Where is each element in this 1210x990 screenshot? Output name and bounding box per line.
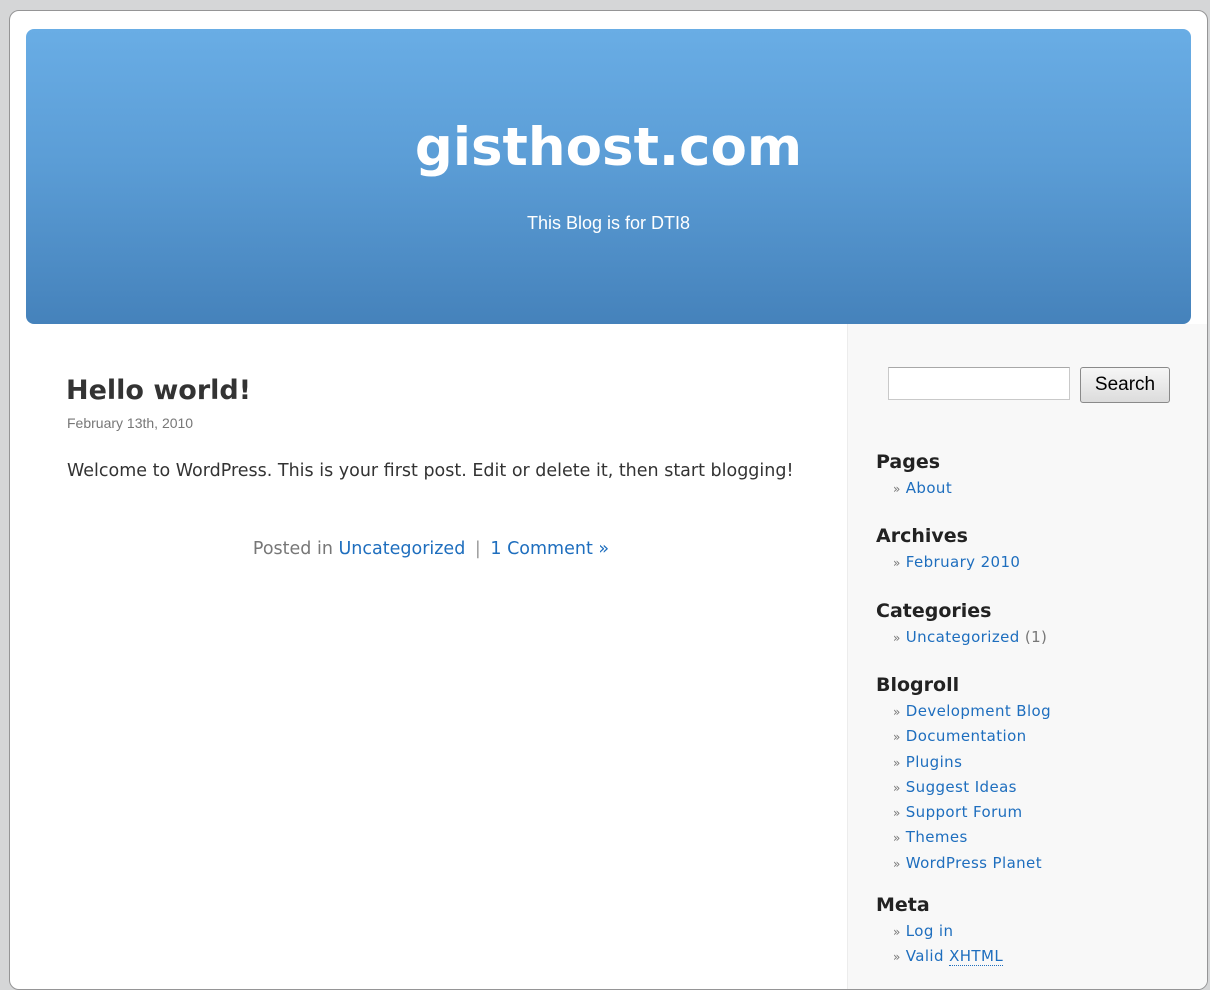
category-count: (1) [1024, 628, 1048, 646]
posted-in-label: Posted in [252, 539, 333, 559]
blogroll-link-support-forum[interactable]: Support Forum [906, 803, 1023, 821]
post-meta: Posted in Uncategorized | 1 Comment » [67, 539, 795, 559]
bullet-icon: » [893, 950, 901, 965]
page-container: gisthost.com This Blog is for DTI8 Hello… [9, 10, 1208, 990]
widget-meta: Meta » Log in » Valid XHTML [876, 893, 1004, 970]
blogroll-link-development-blog[interactable]: Development Blog [906, 702, 1051, 720]
bullet-icon: » [893, 925, 901, 939]
xhtml-abbr: XHTML [949, 947, 1004, 967]
bullet-icon: » [893, 856, 901, 871]
widget-pages: Pages » About [876, 450, 952, 501]
meta-link-valid-xhtml[interactable]: Valid XHTML [905, 947, 1004, 967]
widget-heading-meta: Meta [876, 894, 930, 916]
meta-separator: | [474, 539, 481, 559]
bullet-icon: » [893, 831, 901, 846]
bullet-icon: » [893, 780, 901, 795]
blogroll-link-plugins[interactable]: Plugins [906, 753, 963, 771]
meta-list: » Log in » Valid XHTML [876, 919, 1004, 970]
widget-blogroll: Blogroll » Development Blog » Documentatio… [876, 673, 1051, 876]
site-title-link[interactable]: gisthost.com [26, 121, 1191, 174]
post-title-link[interactable]: Hello world! [66, 375, 251, 406]
widget-archives: Archives » February 2010 [876, 524, 1020, 575]
post-date: February 13th, 2010 [67, 415, 194, 431]
widget-heading-categories: Categories [876, 600, 992, 622]
category-link[interactable]: Uncategorized [339, 539, 466, 559]
pages-list: » About [876, 476, 952, 501]
category-link-uncategorized[interactable]: Uncategorized [906, 628, 1020, 646]
list-item: » Plugins [893, 750, 1051, 775]
list-item: » WordPress Planet [893, 851, 1051, 876]
list-item: » Suggest Ideas [893, 775, 1051, 800]
archives-list: » February 2010 [876, 550, 1020, 575]
bullet-icon: » [893, 730, 901, 745]
comments-link[interactable]: 1 Comment » [490, 539, 609, 559]
search-input[interactable] [888, 367, 1070, 400]
blogroll-link-themes[interactable]: Themes [906, 828, 968, 846]
search-button[interactable]: Search [1080, 367, 1170, 403]
meta-link-log-in[interactable]: Log in [906, 922, 954, 940]
widget-heading-blogroll: Blogroll [876, 674, 960, 696]
bullet-icon: » [893, 806, 901, 821]
categories-list: » Uncategorized (1) [876, 625, 1047, 650]
bullet-icon: » [893, 755, 901, 770]
widget-categories: Categories » Uncategorized (1) [876, 599, 1047, 650]
list-item: » Documentation [893, 724, 1051, 749]
blogroll-link-suggest-ideas[interactable]: Suggest Ideas [906, 778, 1017, 796]
widget-heading-pages: Pages [876, 451, 941, 473]
widget-heading-archives: Archives [876, 525, 968, 547]
list-item: » Log in [893, 919, 1003, 944]
bullet-icon: » [893, 482, 901, 496]
list-item: » Themes [893, 825, 1051, 850]
list-item: » Development Blog [893, 699, 1051, 724]
list-item: » February 2010 [893, 550, 1020, 575]
list-item: » Valid XHTML [893, 944, 1004, 969]
list-item: » Support Forum [893, 800, 1051, 825]
list-item: » About [893, 476, 952, 501]
blogroll-list: » Development Blog » Documentation » Plugin… [876, 699, 1051, 876]
list-item: » Uncategorized (1) [893, 625, 1047, 650]
site-header: gisthost.com This Blog is for DTI8 [26, 29, 1191, 324]
post-body: Welcome to WordPress. This is your first… [67, 461, 794, 481]
sidebar: Search Pages » About Archives » February 2… [847, 324, 1207, 989]
blogroll-link-wordpress-planet[interactable]: WordPress Planet [906, 854, 1042, 872]
bullet-icon: » [893, 631, 901, 645]
blogroll-link-documentation[interactable]: Documentation [906, 727, 1027, 745]
site-description: This Blog is for DTI8 [526, 213, 691, 233]
page-link-about[interactable]: About [906, 479, 952, 497]
bullet-icon: » [893, 705, 901, 719]
bullet-icon: » [893, 556, 901, 570]
post-title[interactable]: Hello world! [66, 375, 251, 407]
meta-link-prefix: Valid [905, 947, 950, 966]
archive-link-february-2010[interactable]: February 2010 [906, 553, 1021, 571]
